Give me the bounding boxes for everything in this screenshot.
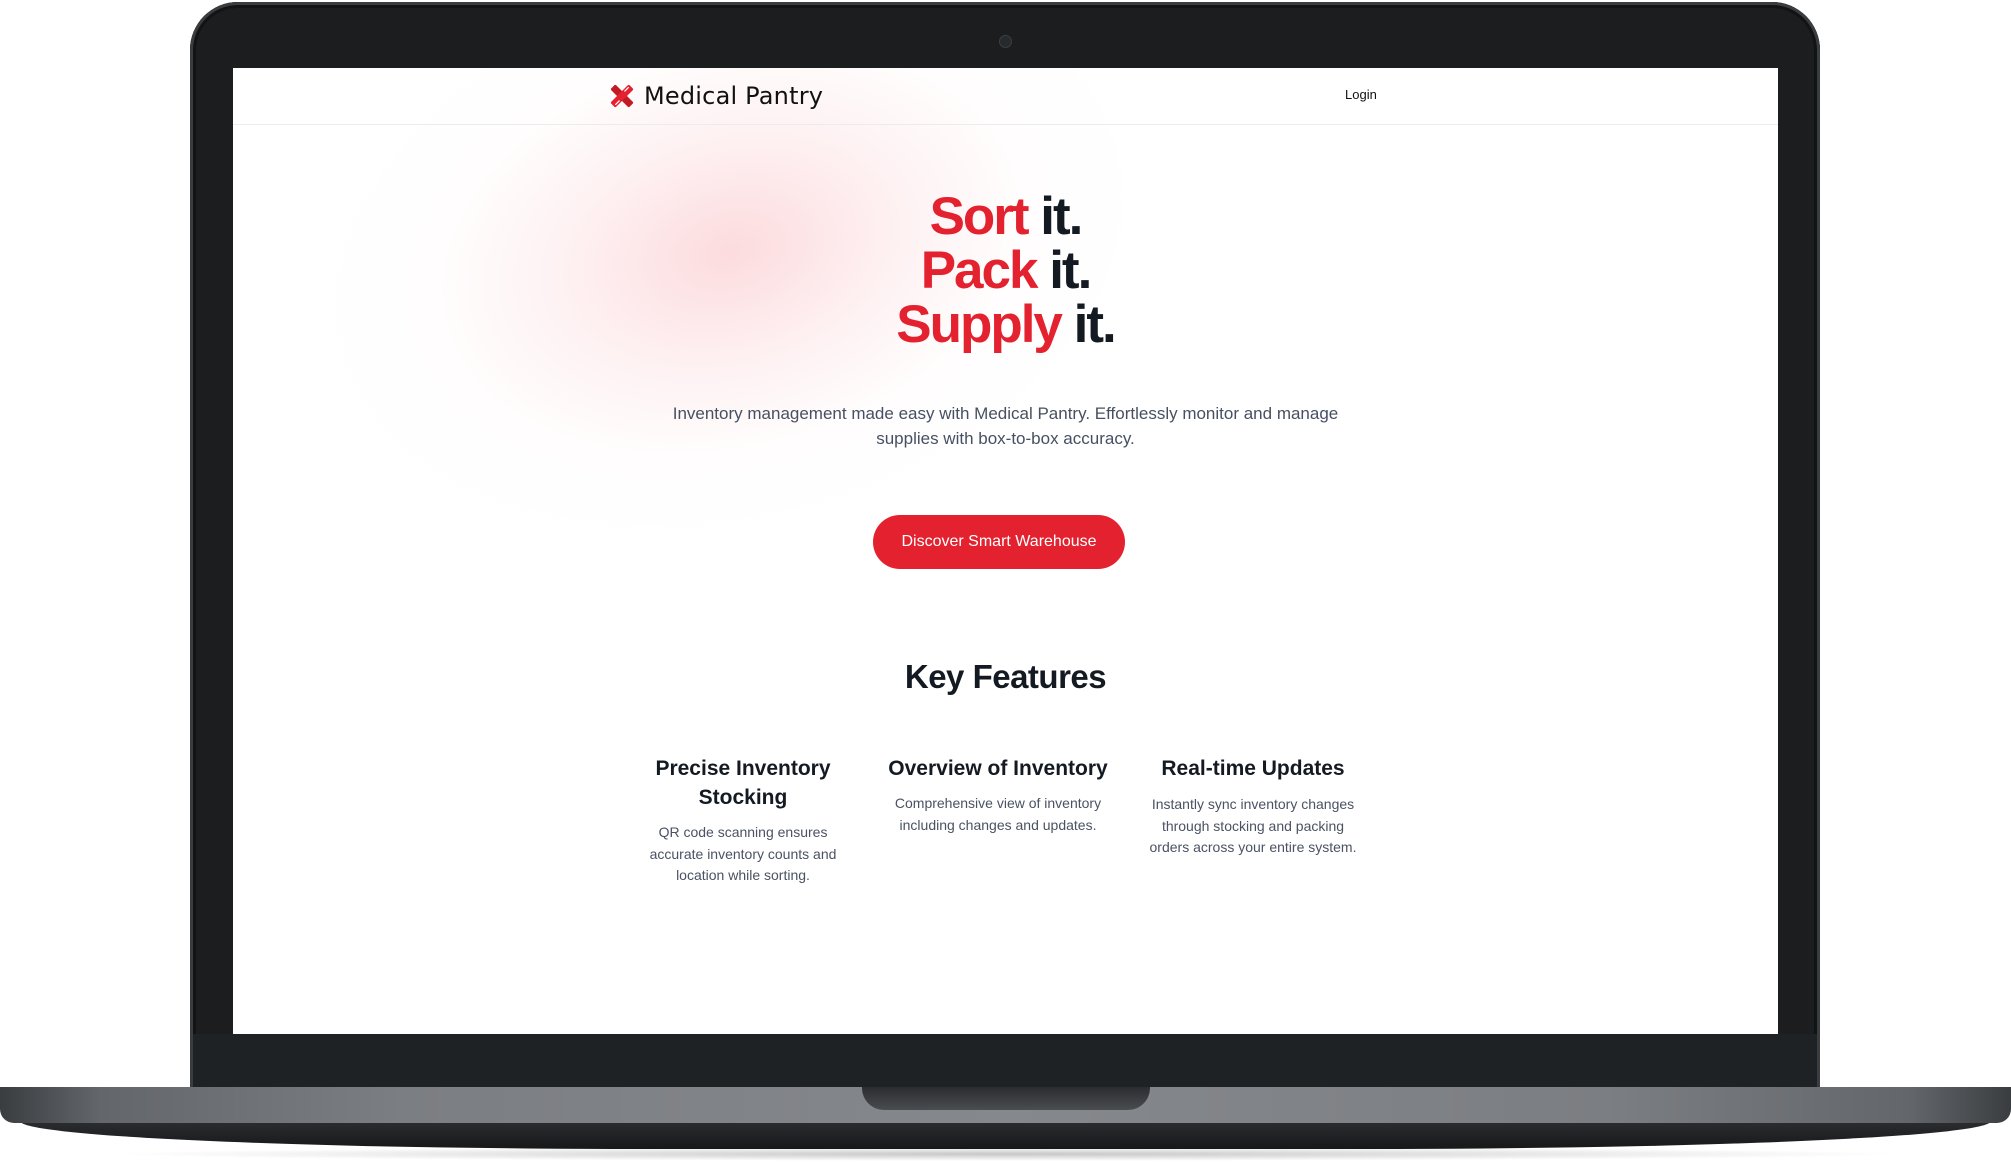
brand-home-link[interactable]: Medical Pantry	[608, 80, 823, 112]
hero-rest-text: it.	[1027, 187, 1083, 246]
laptop-base-lower	[20, 1121, 1991, 1149]
hero-line-pack: Pack it.	[233, 244, 1778, 298]
feature-description: QR code scanning ensures accurate invent…	[649, 824, 837, 883]
feature-description: Comprehensive view of inventory includin…	[894, 795, 1102, 833]
hero-rest-text: it.	[1060, 295, 1117, 354]
feature-title: Real-time Updates	[1161, 757, 1345, 780]
red-cross-icon	[610, 84, 634, 108]
webcam-icon	[999, 35, 1012, 48]
feature-description: Instantly sync inventory changes through…	[1149, 796, 1357, 855]
hero-highlight-word: Supply	[896, 295, 1063, 354]
hero-rest-text: it.	[1036, 241, 1092, 300]
hero-background-glow	[233, 68, 1314, 680]
browser-viewport: Medical Pantry Login Sort it. Pack it. S…	[233, 68, 1778, 1034]
hero-description: Inventory management made easy with Medi…	[672, 404, 1339, 448]
hero-highlight-word: Pack	[920, 241, 1039, 300]
login-link[interactable]: Login	[1345, 87, 1377, 102]
laptop-chin	[193, 1034, 1817, 1090]
feature-card-precise-inventory: Precise Inventory Stocking QR code scann…	[633, 754, 853, 887]
hero-highlight-word: Sort	[929, 187, 1030, 246]
feature-card-realtime: Real-time Updates Instantly sync invento…	[1143, 754, 1363, 859]
feature-title: Precise Inventory Stocking	[655, 757, 831, 809]
brand-name: Medical Pantry	[644, 82, 824, 110]
discover-smart-warehouse-button[interactable]: Discover Smart Warehouse	[873, 515, 1125, 569]
features-heading: Key Features	[904, 658, 1107, 695]
feature-title: Overview of Inventory	[888, 757, 1108, 780]
top-navbar: Medical Pantry Login	[233, 68, 1778, 125]
hero-line-supply: Supply it.	[233, 298, 1778, 352]
hero-line-sort: Sort it.	[233, 190, 1778, 244]
hero-headline: Sort it. Pack it. Supply it.	[233, 190, 1778, 352]
feature-card-overview: Overview of Inventory Comprehensive view…	[888, 754, 1108, 836]
laptop-notch	[862, 1087, 1150, 1110]
laptop-shadow	[100, 1147, 1911, 1161]
